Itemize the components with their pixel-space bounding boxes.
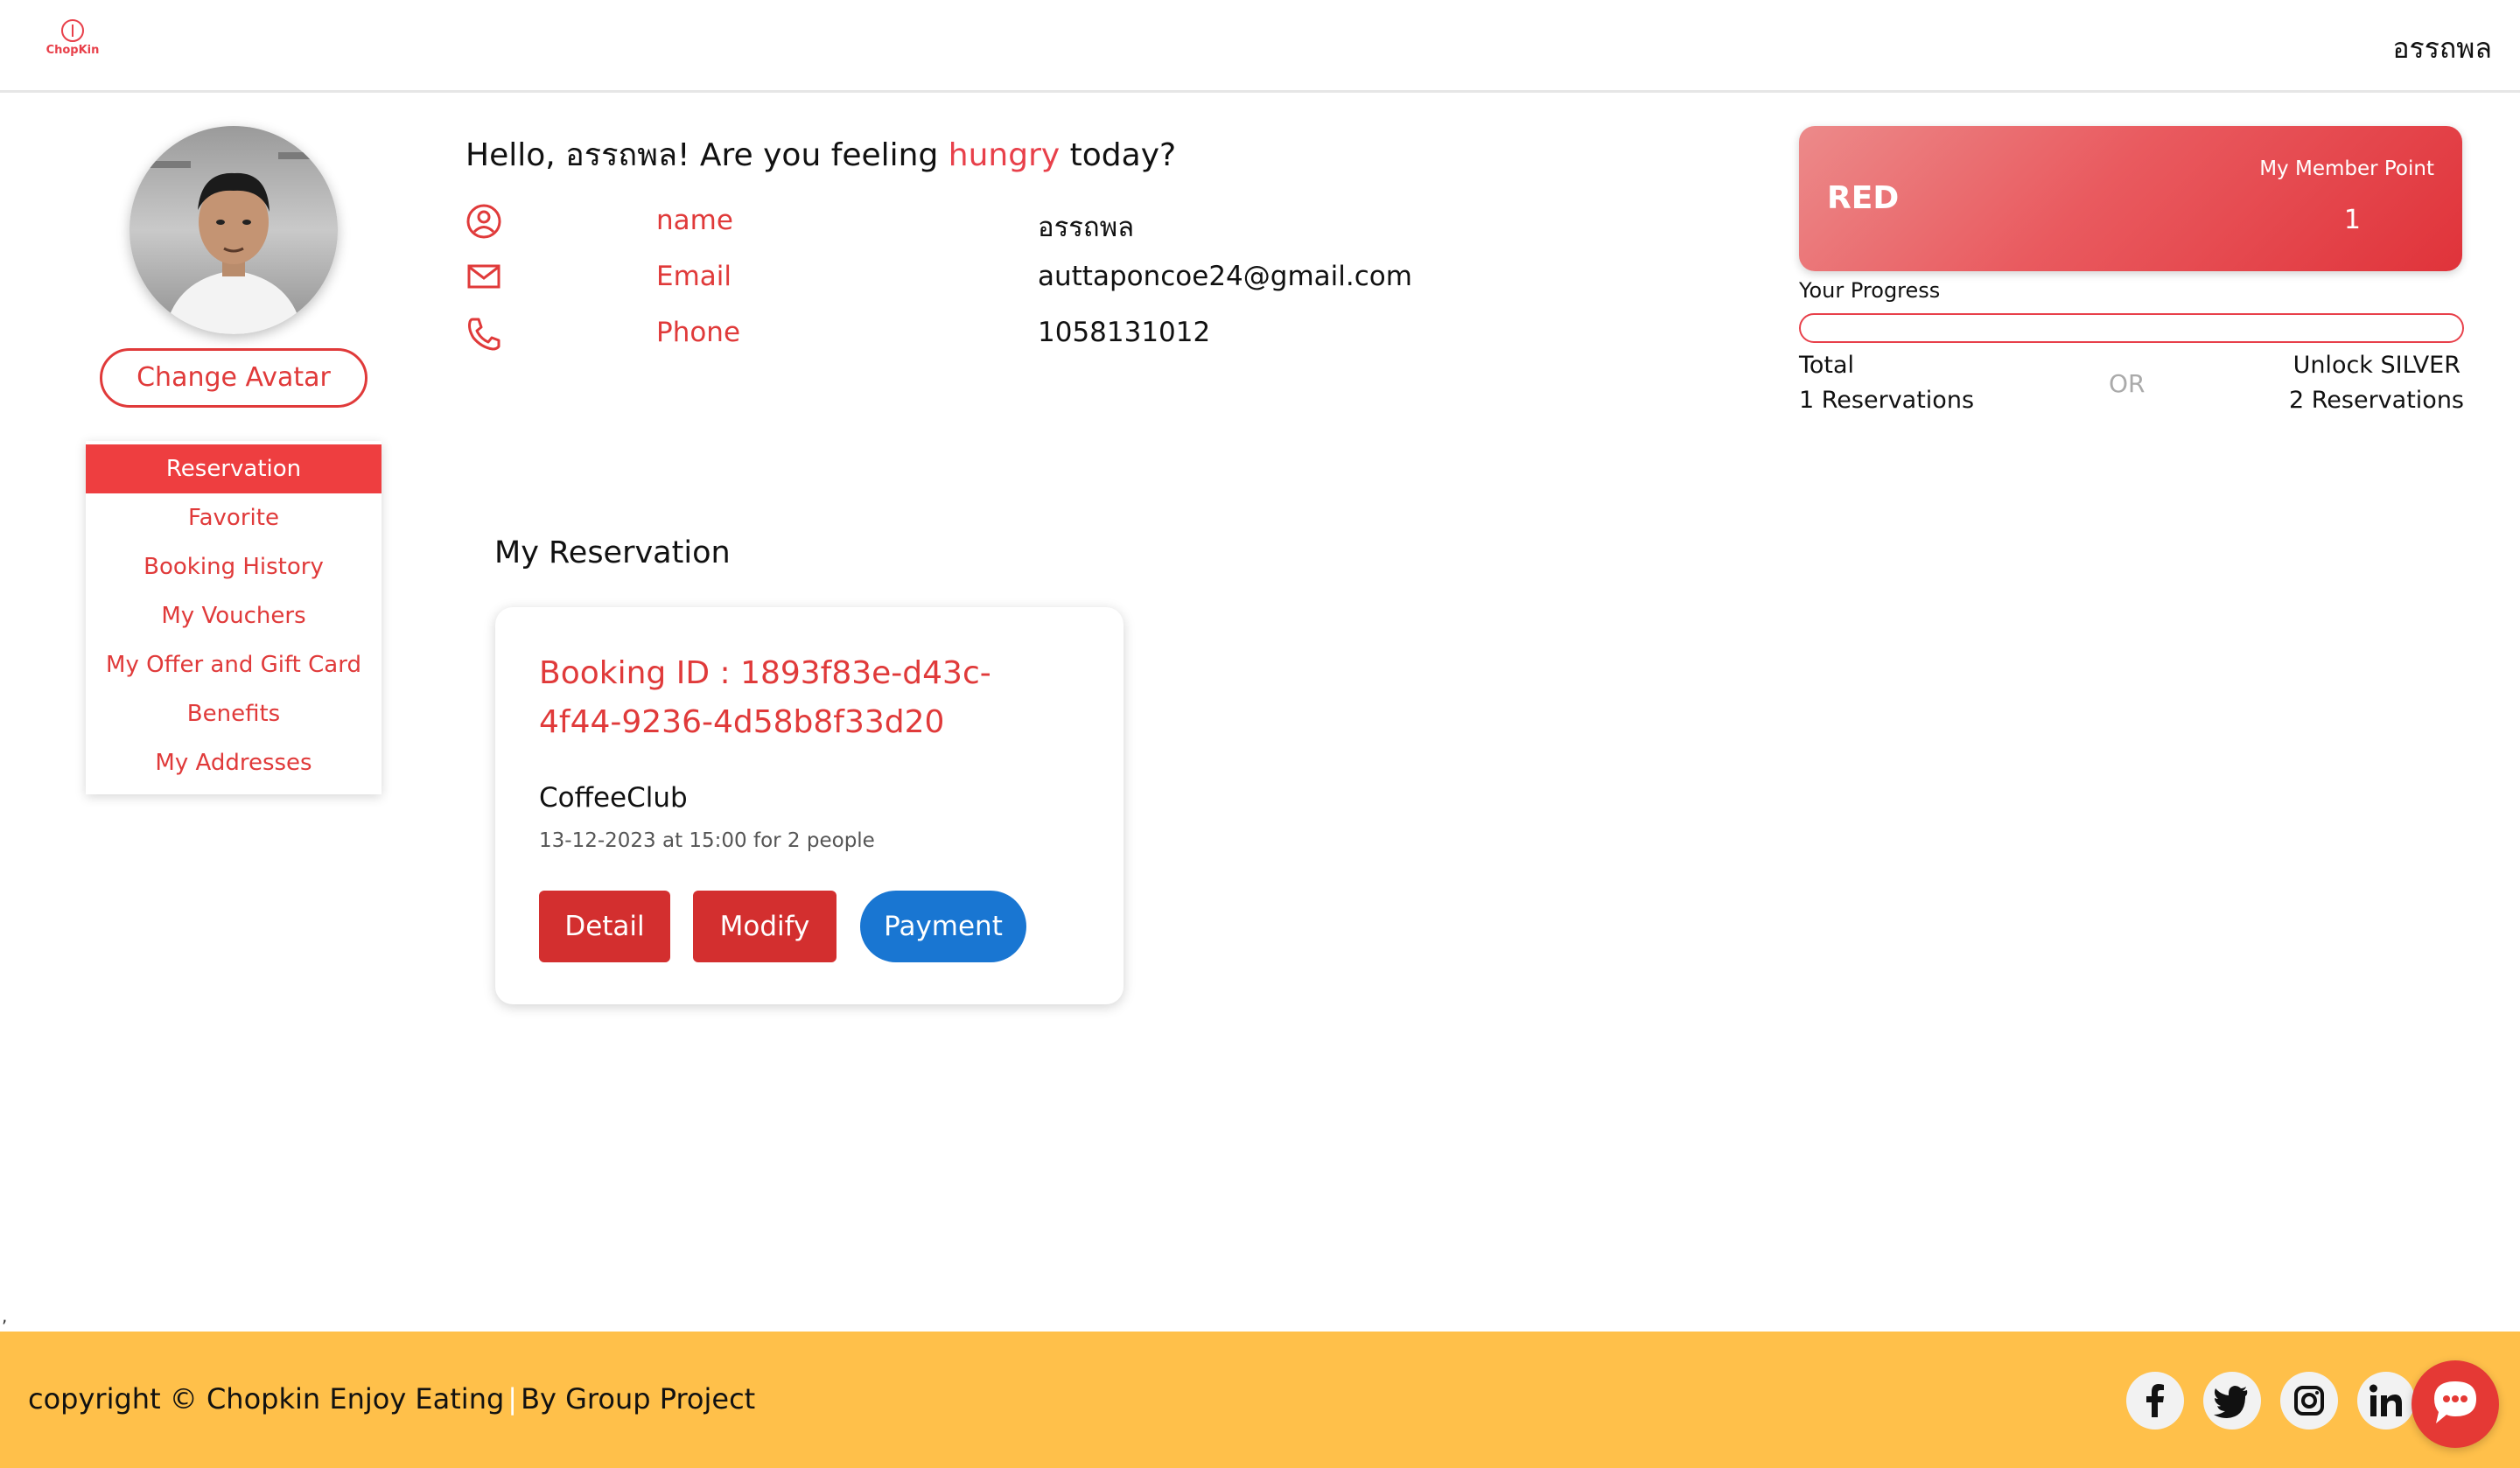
sidebar-item-my-offer-gift-card[interactable]: My Offer and Gift Card — [86, 640, 382, 689]
phone-label: Phone — [656, 317, 741, 348]
profile-name-row: name อรรถพล — [466, 199, 1428, 243]
progress-bar — [1799, 313, 2464, 343]
greeting-highlight: hungry — [948, 137, 1060, 173]
detail-button[interactable]: Detail — [539, 891, 670, 962]
instagram-icon[interactable] — [2280, 1372, 2338, 1430]
footer-copyright: copyright © Chopkin Enjoy Eating | By Grou… — [28, 1382, 755, 1416]
total-reservations: 1 Reservations — [1799, 387, 1975, 414]
logo-text: ChopKin — [46, 44, 100, 57]
avatar — [130, 126, 338, 334]
user-circle-icon — [466, 203, 502, 240]
twitter-icon[interactable] — [2203, 1372, 2261, 1430]
email-value: auttaponcoe24@gmail.com — [1038, 261, 1412, 292]
my-reservation-title: My Reservation — [494, 535, 731, 570]
footer: copyright © Chopkin Enjoy Eating | By Grou… — [0, 1332, 2520, 1468]
byline-text: By Group Project — [521, 1382, 756, 1416]
stray-comma: , — [2, 1305, 8, 1326]
member-tier-card: RED My Member Point 1 — [1799, 126, 2462, 271]
phone-value: 1058131012 — [1038, 317, 1211, 348]
sidebar-item-my-addresses[interactable]: My Addresses — [86, 738, 382, 787]
chat-bubble-icon[interactable] — [2412, 1360, 2499, 1448]
profile-phone-row: Phone 1058131012 — [466, 311, 1428, 355]
member-point-label: My Member Point — [2259, 157, 2434, 180]
copyright-text: copyright © Chopkin Enjoy Eating — [28, 1382, 505, 1416]
unlock-tier-label: Unlock SILVER — [2292, 352, 2460, 379]
name-value: อรรถพล — [1038, 212, 1135, 243]
name-label: name — [656, 205, 733, 236]
email-label: Email — [656, 261, 732, 292]
avatar-photo — [130, 126, 338, 334]
linkedin-icon[interactable] — [2357, 1372, 2415, 1430]
greeting-text-before: Hello, อรรถพล! Are you feeling — [466, 137, 948, 173]
sidebar-item-my-vouchers[interactable]: My Vouchers — [86, 591, 382, 640]
booking-id: Booking ID : 1893f83e-d43c-4f44-9236-4d5… — [539, 655, 991, 740]
or-divider: OR — [2109, 369, 2146, 398]
sidebar-item-benefits[interactable]: Benefits — [86, 689, 382, 738]
payment-button[interactable]: Payment — [860, 891, 1026, 962]
profile-menu: Reservation Favorite Booking History My … — [86, 441, 382, 794]
header-user-name[interactable]: อรรถพล — [2392, 26, 2492, 71]
member-tier: RED — [1827, 180, 1900, 216]
modify-button[interactable]: Modify — [693, 891, 836, 962]
phone-icon — [466, 315, 502, 352]
sidebar-item-reservation[interactable]: Reservation — [86, 444, 382, 493]
greeting-heading: Hello, อรรถพล! Are you feeling hungry to… — [466, 129, 1176, 179]
sidebar-item-favorite[interactable]: Favorite — [86, 493, 382, 542]
envelope-icon — [466, 259, 502, 296]
greeting-text-after: today? — [1060, 137, 1177, 173]
restaurant-name: CoffeeClub — [539, 782, 688, 814]
footer-separator: | — [508, 1382, 518, 1416]
progress-label: Your Progress — [1799, 278, 1941, 303]
chopkin-logo[interactable]: ChopKin — [46, 19, 100, 65]
logo-icon — [61, 19, 84, 42]
change-avatar-button[interactable]: Change Avatar — [100, 348, 368, 408]
member-point-value: 1 — [2343, 205, 2361, 235]
total-label: Total — [1799, 352, 1855, 379]
unlock-reservations: 2 Reservations — [2288, 387, 2464, 414]
profile-email-row: Email auttaponcoe24@gmail.com — [466, 255, 1428, 299]
facebook-icon[interactable] — [2126, 1372, 2184, 1430]
top-navbar: ChopKin อรรถพล — [0, 0, 2520, 93]
reservation-card: Booking ID : 1893f83e-d43c-4f44-9236-4d5… — [495, 607, 1124, 1004]
sidebar-item-booking-history[interactable]: Booking History — [86, 542, 382, 591]
reservation-datetime: 13-12-2023 at 15:00 for 2 people — [539, 829, 875, 852]
